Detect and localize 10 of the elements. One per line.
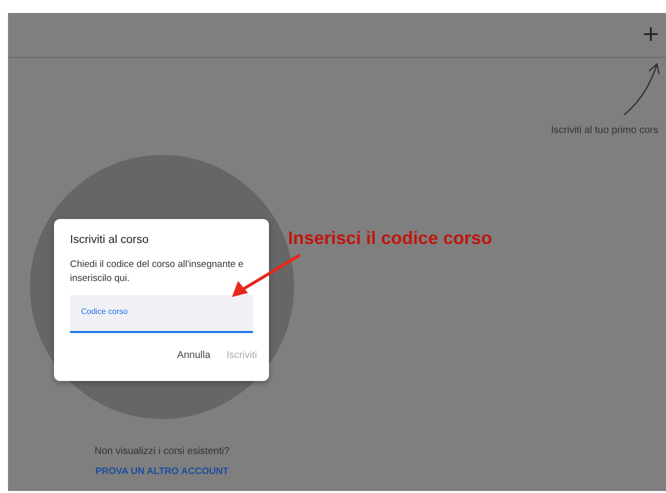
curved-arrow-icon (621, 61, 661, 117)
dialog-button[interactable]: Annulla (171, 346, 216, 365)
annotation-text: Inserisci il codice corso (288, 228, 492, 249)
dialog-title: Iscriviti al corso (70, 234, 150, 246)
add-button[interactable]: + (638, 24, 664, 46)
dialog-text: Chiedi il codice del corso all'insegnante e inseriscilo qui. (70, 258, 244, 286)
course-code-field[interactable]: Codice corso (70, 295, 253, 333)
switch-account-link[interactable]: PROVA UN ALTRO ACCOUNT (95, 466, 229, 477)
hint-text: Iscriviti al tuo primo cors (551, 125, 658, 136)
footer-question: Non visualizzi i corsi esistenti? (94, 446, 230, 457)
